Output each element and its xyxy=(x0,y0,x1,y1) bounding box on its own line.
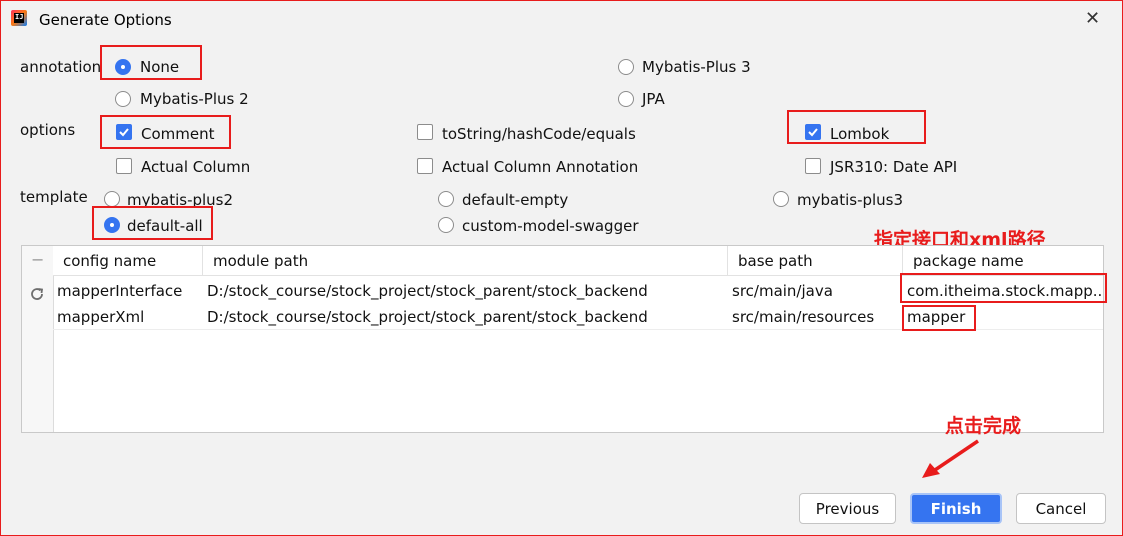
radio-annotation-mybatis-plus-2-label: Mybatis-Plus 2 xyxy=(140,90,249,108)
cancel-button[interactable]: Cancel xyxy=(1016,493,1106,524)
cell-config-name[interactable]: mapperInterface xyxy=(57,278,202,304)
annotation-label: annotation xyxy=(20,58,102,76)
checkbox-jsr310-label: JSR310: Date API xyxy=(830,158,958,176)
highlight-box-annotation xyxy=(100,45,202,80)
title-bar: IJ Generate Options ✕ xyxy=(1,1,1122,39)
cell-module-path[interactable]: D:/stock_course/stock_project/stock_pare… xyxy=(207,304,727,330)
checkbox-jsr310[interactable] xyxy=(805,158,821,174)
radio-template-default-empty-label: default-empty xyxy=(462,191,569,209)
radio-template-mybatis-plus2[interactable] xyxy=(104,191,120,207)
column-header-base-path[interactable]: base path xyxy=(728,246,903,276)
options-label: options xyxy=(20,121,76,139)
cell-base-path[interactable]: src/main/resources xyxy=(732,304,902,330)
checkbox-actual-column-label: Actual Column xyxy=(141,158,251,176)
table-toolbar: − xyxy=(22,246,54,432)
dialog-title: Generate Options xyxy=(39,11,172,29)
checkbox-actual-column-annotation-label: Actual Column Annotation xyxy=(442,158,639,176)
radio-annotation-mybatis-plus-3-label: Mybatis-Plus 3 xyxy=(642,58,751,76)
template-label: template xyxy=(20,188,88,206)
previous-button[interactable]: Previous xyxy=(799,493,896,524)
highlight-box-lombok xyxy=(787,110,926,144)
column-header-package-name[interactable]: package name xyxy=(903,246,1103,276)
finish-button[interactable]: Finish xyxy=(910,493,1002,524)
radio-annotation-jpa-label: JPA xyxy=(642,90,665,108)
radio-template-custom-model-swagger-label: custom-model-swagger xyxy=(462,217,639,235)
generate-options-dialog: IJ Generate Options ✕ annotation None My… xyxy=(0,0,1123,536)
column-header-config-name[interactable]: config name xyxy=(53,246,203,276)
close-icon[interactable]: ✕ xyxy=(1085,9,1100,29)
radio-template-default-empty[interactable] xyxy=(438,191,454,207)
checkbox-tostring[interactable] xyxy=(417,124,433,140)
column-header-module-path[interactable]: module path xyxy=(203,246,728,276)
highlight-box-comment xyxy=(100,115,231,149)
refresh-icon[interactable] xyxy=(29,286,45,306)
radio-template-mybatis-plus3-label: mybatis-plus3 xyxy=(797,191,904,209)
highlight-box-default-all xyxy=(92,206,213,240)
checkbox-actual-column-annotation[interactable] xyxy=(417,158,433,174)
checkbox-tostring-label: toString/hashCode/equals xyxy=(442,125,636,143)
remove-row-icon[interactable]: − xyxy=(31,250,44,269)
cell-module-path[interactable]: D:/stock_course/stock_project/stock_pare… xyxy=(207,278,727,304)
cell-base-path[interactable]: src/main/java xyxy=(732,278,902,304)
checkbox-actual-column[interactable] xyxy=(116,158,132,174)
radio-annotation-jpa[interactable] xyxy=(618,91,634,107)
radio-template-custom-model-swagger[interactable] xyxy=(438,217,454,233)
arrow-icon xyxy=(922,439,979,478)
finish-note: 点击完成 xyxy=(945,415,1022,437)
radio-template-mybatis-plus3[interactable] xyxy=(773,191,789,207)
cell-config-name[interactable]: mapperXml xyxy=(57,304,202,330)
radio-annotation-mybatis-plus-3[interactable] xyxy=(618,59,634,75)
highlight-box-package-interface xyxy=(900,273,1107,303)
radio-annotation-mybatis-plus-2[interactable] xyxy=(115,91,131,107)
intellij-icon: IJ xyxy=(11,10,27,26)
highlight-box-package-xml xyxy=(902,305,976,331)
